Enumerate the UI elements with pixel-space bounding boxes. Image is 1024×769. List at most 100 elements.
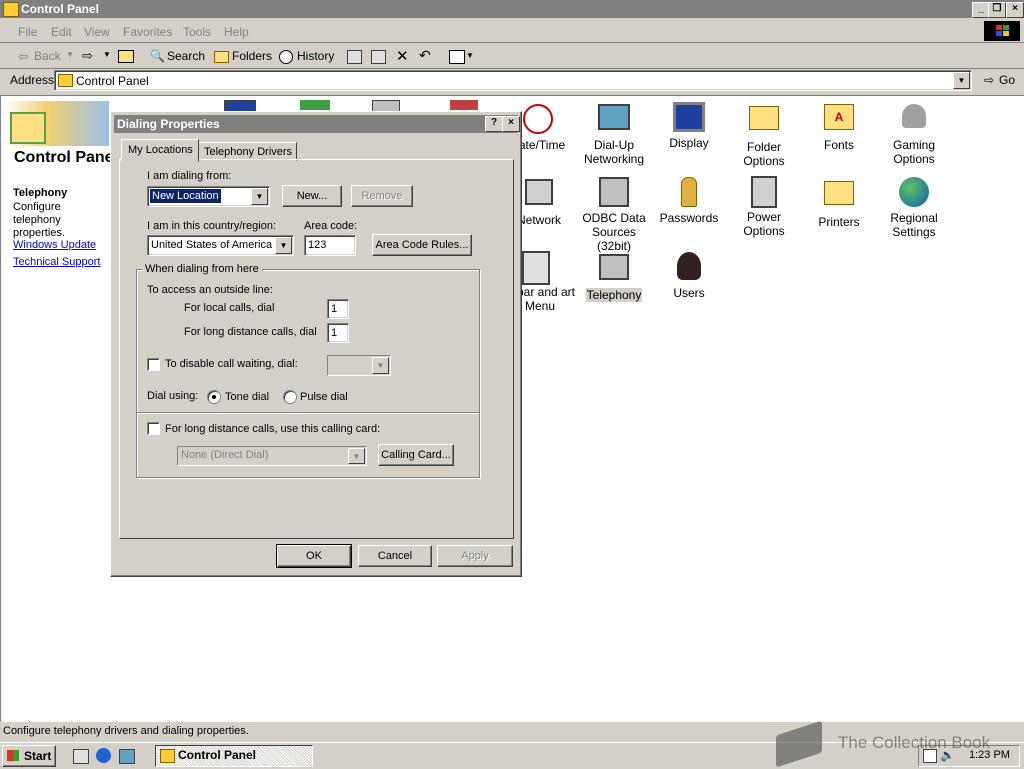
windows-update-link[interactable]: Windows Update [13, 239, 96, 251]
odbc-item[interactable]: ODBC Data Sources (32bit) [576, 175, 652, 253]
menu-tools[interactable]: Tools [183, 25, 211, 39]
group-title: When dialing from here [142, 263, 262, 275]
hidden-icon-2 [300, 100, 330, 110]
internet-explorer-icon[interactable] [96, 748, 111, 763]
folders-button[interactable]: Folders [232, 49, 272, 63]
local-calls-input[interactable]: 1 [327, 299, 349, 319]
pulse-dial-label: Pulse dial [300, 391, 348, 403]
volume-icon[interactable]: 🔈 [940, 748, 955, 762]
joystick-icon [897, 104, 931, 138]
calling-card-select[interactable]: None (Direct Dial) ▼ [177, 446, 367, 466]
area-code-label: Area code: [304, 220, 358, 232]
dialup-icon [597, 104, 631, 138]
dialing-from-dropdown-icon[interactable]: ▼ [251, 188, 268, 205]
delete-icon[interactable]: ✕ [396, 47, 409, 65]
technical-support-link[interactable]: Technical Support [13, 256, 100, 268]
call-waiting-select[interactable]: ▼ [327, 355, 391, 376]
apply-button[interactable]: Apply [437, 545, 513, 567]
clock: 1:23 PM [969, 749, 1010, 761]
menu-view[interactable]: View [84, 25, 110, 39]
power-options-item[interactable]: Power Options [726, 175, 802, 238]
control-panel-small-icon [58, 74, 73, 87]
tone-dial-label: Tone dial [225, 391, 270, 403]
menu-file[interactable]: File [18, 25, 37, 39]
tab-my-locations[interactable]: My Locations [121, 139, 199, 162]
network-icon [522, 179, 556, 213]
area-code-input[interactable]: 123 [304, 235, 356, 256]
dialup-networking-item[interactable]: Dial-Up Networking [576, 100, 652, 166]
go-button[interactable]: Go [999, 73, 1015, 87]
cancel-button[interactable]: Cancel [358, 545, 432, 567]
tray-telephony-icon[interactable] [923, 749, 937, 763]
calling-card-dropdown-icon[interactable]: ▼ [348, 448, 365, 464]
taskbar-control-panel-button[interactable]: Control Panel [155, 745, 313, 767]
odbc-icon [597, 177, 631, 211]
pulse-dial-radio[interactable] [283, 390, 297, 404]
move-to-icon[interactable] [347, 50, 362, 64]
new-location-button[interactable]: New... [282, 185, 342, 207]
country-dropdown-icon[interactable]: ▼ [275, 237, 292, 254]
remove-location-button[interactable]: Remove [351, 185, 413, 207]
dialog-title-bar[interactable]: Dialing Properties ? × [114, 115, 520, 133]
address-value: Control Panel [76, 74, 149, 88]
long-distance-input[interactable]: 1 [327, 323, 349, 343]
telephony-item[interactable]: Telephony [576, 250, 652, 302]
forward-dropdown-icon[interactable]: ▼ [103, 50, 111, 59]
close-window-button[interactable]: × [1006, 2, 1024, 18]
area-code-rules-button[interactable]: Area Code Rules... [372, 234, 472, 256]
sidebar-section-title: Telephony [13, 187, 68, 199]
call-waiting-checkbox[interactable] [147, 358, 160, 371]
back-dropdown-icon[interactable]: ▼ [66, 50, 74, 59]
gaming-options-item[interactable]: Gaming Options [876, 100, 952, 166]
dial-using-label: Dial using: [147, 390, 199, 402]
country-select[interactable]: United States of America ▼ [147, 235, 294, 256]
dialing-from-select[interactable]: New Location ▼ [147, 186, 270, 207]
printers-item[interactable]: Printers [801, 175, 877, 229]
up-folder-icon[interactable] [118, 50, 134, 63]
windows-logo-icon [984, 21, 1020, 41]
control-panel-icon [3, 2, 19, 17]
show-desktop-icon[interactable] [73, 749, 89, 764]
taskbar-icon [519, 251, 553, 285]
status-text: Configure telephony drivers and dialing … [3, 725, 249, 737]
dialog-close-button[interactable]: × [502, 116, 520, 132]
passwords-item[interactable]: Passwords [651, 175, 727, 225]
users-item[interactable]: Users [651, 250, 727, 300]
address-dropdown-icon[interactable]: ▼ [953, 72, 970, 89]
restore-button[interactable]: ❐ [988, 2, 1006, 18]
folder-options-item[interactable]: Folder Options [726, 100, 802, 168]
regional-settings-item[interactable]: Regional Settings [876, 175, 952, 239]
call-waiting-dropdown-icon[interactable]: ▼ [372, 357, 389, 374]
folder-options-icon [747, 106, 781, 140]
taskbar-control-panel-icon [160, 749, 175, 763]
undo-icon[interactable]: ↶ [419, 47, 431, 64]
dialing-properties-dialog: Dialing Properties ? × My Locations Tele… [110, 111, 522, 577]
calling-card-button[interactable]: Calling Card... [378, 444, 454, 466]
long-distance-label: For long distance calls, dial [184, 326, 317, 338]
window-title-bar[interactable]: Control Panel _ ❐ × [0, 0, 1024, 18]
menu-favorites[interactable]: Favorites [123, 25, 172, 39]
local-calls-label: For local calls, dial [184, 302, 275, 314]
views-dropdown-icon[interactable]: ▼ [466, 51, 474, 60]
history-button[interactable]: History [297, 49, 334, 63]
fonts-item[interactable]: A Fonts [801, 100, 877, 152]
search-button[interactable]: Search [167, 49, 205, 63]
calling-card-checkbox[interactable] [147, 422, 160, 435]
copy-to-icon[interactable] [371, 50, 386, 64]
country-label: I am in this country/region: [147, 220, 277, 232]
start-button[interactable]: Start [2, 745, 56, 767]
ok-button[interactable]: OK [276, 544, 352, 568]
channels-icon[interactable] [119, 749, 135, 764]
tone-dial-radio[interactable] [207, 390, 221, 404]
address-input[interactable]: Control Panel ▼ [54, 70, 972, 91]
views-icon[interactable] [449, 50, 465, 64]
menu-help[interactable]: Help [224, 25, 249, 39]
forward-arrow-icon[interactable]: ⇨ [82, 48, 93, 64]
address-bar: Address Control Panel ▼ ⇨ Go [0, 70, 1024, 92]
display-item[interactable]: Display [651, 100, 727, 150]
taskbar: Start Control Panel 🔈 1:23 PM [0, 742, 1024, 769]
back-button[interactable]: Back [34, 49, 61, 63]
start-logo-icon [7, 750, 19, 761]
menu-edit[interactable]: Edit [51, 25, 72, 39]
help-button[interactable]: ? [485, 116, 503, 132]
